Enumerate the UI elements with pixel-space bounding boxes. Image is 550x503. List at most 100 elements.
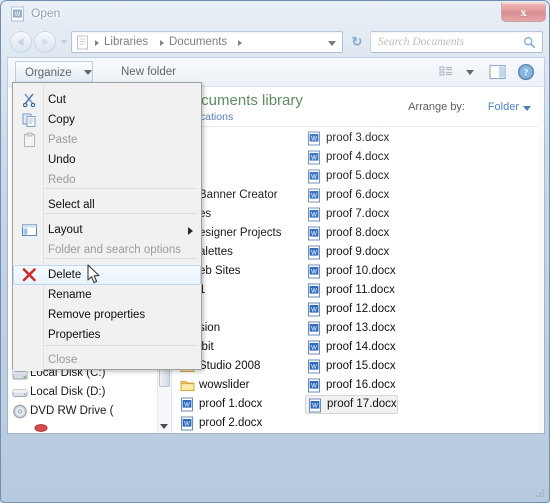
forward-button[interactable] (34, 31, 56, 53)
search-placeholder: Search Documents (378, 36, 465, 48)
library-icon (76, 35, 90, 51)
scroll-down-arrow-icon[interactable] (160, 424, 168, 429)
refresh-icon[interactable]: ↻ (348, 33, 366, 51)
svg-text:W: W (311, 364, 317, 370)
svg-text:W: W (311, 212, 317, 218)
organize-button[interactable]: Organize (15, 61, 93, 84)
nav-item-label: DVD RW Drive ( (30, 405, 114, 417)
list-item[interactable]: Wproof 6.docx (305, 186, 389, 205)
back-button[interactable] (10, 31, 32, 53)
menu-item-label: Delete (48, 269, 82, 281)
list-item-label: proof 4.docx (326, 151, 390, 163)
nav-item-dvd-rw-drive[interactable]: DVD RW Drive ( (13, 402, 114, 421)
svg-text:W: W (311, 250, 317, 256)
address-bar[interactable]: Libraries Documents (71, 31, 343, 53)
list-item-selected[interactable]: Wproof 17.docx (305, 395, 398, 414)
menu-item-label: Paste (48, 134, 78, 146)
svg-text:W: W (15, 12, 21, 18)
svg-text:?: ? (524, 67, 529, 77)
organize-label: Organize (25, 67, 72, 79)
menu-item-label: Redo (48, 174, 76, 186)
word-document-icon: W (307, 150, 322, 165)
new-folder-button[interactable]: New folder (112, 61, 185, 84)
list-item[interactable]: Wproof 10.docx (305, 262, 396, 281)
breadcrumb-libraries[interactable]: Libraries (104, 36, 148, 48)
dvd-drive-icon (12, 404, 28, 419)
list-item-label: proof 16.docx (326, 379, 396, 391)
menu-item-redo: Redo (14, 170, 202, 190)
menu-item-label: Properties (48, 329, 101, 341)
word-document-icon: W (307, 340, 322, 355)
list-item[interactable]: Wproof 4.docx (305, 148, 389, 167)
list-item-label: proof 5.docx (326, 170, 390, 182)
list-item-label: Banner Creator (199, 189, 278, 201)
menu-item-cut[interactable]: Cut (14, 90, 202, 110)
list-item-label: Studio 2008 (199, 360, 261, 372)
list-item-label: proof 17.docx (327, 398, 397, 410)
word-document-icon: W (307, 378, 322, 393)
menu-item-layout[interactable]: Layout (14, 220, 202, 240)
nav-item-local-disk-d[interactable]: Local Disk (D:) (12, 383, 106, 402)
chevron-down-icon[interactable] (523, 106, 531, 111)
layout-icon (21, 222, 38, 238)
change-view-icon[interactable] (438, 64, 458, 81)
chevron-down-icon[interactable] (84, 70, 92, 75)
list-item[interactable]: Wproof 8.docx (305, 224, 389, 243)
recent-pages-chevron-icon[interactable] (61, 40, 67, 44)
help-icon[interactable]: ? (517, 63, 535, 81)
list-item[interactable]: Wproof 7.docx (305, 205, 389, 224)
breadcrumb-separator (95, 40, 99, 46)
close-icon: x (520, 5, 527, 19)
window-title: Open (31, 6, 61, 20)
svg-text:W: W (311, 269, 317, 275)
search-input[interactable]: Search Documents (370, 31, 543, 53)
preview-pane-icon[interactable] (488, 63, 507, 81)
menu-item-label: Select all (48, 199, 95, 211)
svg-text:W: W (311, 155, 317, 161)
word-document-icon: W (307, 131, 322, 146)
hard-drive-icon (12, 385, 28, 400)
folder-icon (180, 378, 195, 393)
list-item[interactable]: Wproof 9.docx (305, 243, 389, 262)
list-item[interactable]: Wproof 13.docx (305, 319, 396, 338)
arrange-by-value[interactable]: Folder (488, 101, 519, 113)
list-item-label: alettes (199, 246, 233, 258)
menu-item-delete[interactable]: Delete (13, 265, 201, 285)
list-item[interactable]: Wproof 1.docx (178, 395, 262, 414)
menu-item-select-all[interactable]: Select all (14, 195, 202, 215)
svg-text:W: W (311, 174, 317, 180)
list-item-label: proof 12.docx (326, 303, 396, 315)
list-item[interactable]: Wproof 16.docx (305, 376, 396, 395)
list-item[interactable]: Wproof 15.docx (305, 357, 396, 376)
menu-item-label: Close (48, 354, 78, 366)
close-button[interactable]: x (501, 2, 546, 22)
list-item-label: proof 3.docx (326, 132, 390, 144)
breadcrumb-documents[interactable]: Documents (169, 36, 227, 48)
paste-icon (21, 132, 38, 148)
menu-item-copy[interactable]: Copy (14, 110, 202, 130)
organize-context-menu: Cut Copy Paste Undo Redo Select all Layo… (12, 82, 202, 371)
list-item[interactable]: Wproof 11.docx (305, 281, 395, 300)
menu-item-remove-properties[interactable]: Remove properties (14, 305, 202, 325)
menu-item-undo[interactable]: Undo (14, 150, 202, 170)
list-item-label: proof 7.docx (326, 208, 390, 220)
list-item[interactable]: Wproof 3.docx (305, 129, 389, 148)
menu-item-rename[interactable]: Rename (14, 285, 202, 305)
menu-item-properties[interactable]: Properties (14, 325, 202, 345)
list-item-label: wowslider (199, 379, 250, 391)
list-item[interactable]: wowslider (178, 376, 250, 395)
list-item[interactable]: Wproof 14.docx (305, 338, 396, 357)
menu-separator (45, 345, 197, 346)
menu-item-paste: Paste (14, 130, 202, 150)
list-item[interactable]: Wproof 12.docx (305, 300, 396, 319)
word-document-icon: W (307, 359, 322, 374)
nav-item-label: Local Disk (D:) (30, 386, 106, 398)
resize-grip-icon[interactable] (534, 487, 546, 499)
list-item[interactable]: Wproof 2.docx (178, 414, 262, 433)
list-item[interactable]: Wproof 5.docx (305, 167, 389, 186)
breadcrumb-separator (160, 40, 164, 46)
chevron-down-icon[interactable] (466, 70, 474, 75)
file-pane-scrollbar[interactable] (538, 87, 544, 433)
menu-item-label: Layout (48, 224, 83, 236)
chevron-down-icon[interactable] (328, 41, 336, 46)
